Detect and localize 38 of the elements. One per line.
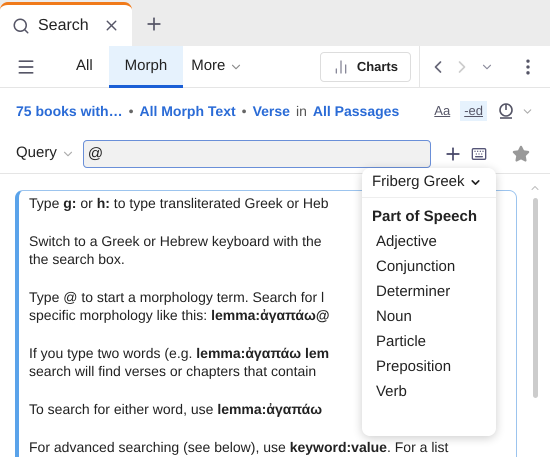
menu-item[interactable]: Determiner bbox=[362, 278, 496, 304]
range-link[interactable]: All Passages bbox=[312, 100, 400, 122]
help-paragraph: For advanced searching (see below), use keyword:value. For a list bbox=[29, 438, 448, 456]
help-paragraph: Switch to a Greek or Hebrew keyboard with the the search box. bbox=[29, 232, 322, 268]
timer-icon[interactable] bbox=[497, 102, 515, 120]
more-menu[interactable]: More bbox=[183, 55, 252, 78]
search-tab[interactable]: Search bbox=[0, 2, 132, 46]
match-toggle[interactable]: Aa bbox=[430, 101, 454, 121]
text-link[interactable]: All Morph Text bbox=[139, 100, 236, 122]
menu-item[interactable]: Preposition bbox=[362, 354, 496, 378]
favorite-star-icon[interactable] bbox=[512, 144, 530, 162]
menu-item[interactable]: Particle bbox=[362, 328, 496, 354]
menu-item[interactable]: Adjective bbox=[362, 228, 496, 254]
search-type-tab[interactable]: All bbox=[60, 46, 109, 88]
help-paragraph: To search for either word, use lemma:ἀγαπάω bbox=[29, 400, 322, 418]
scrollbar-thumb[interactable] bbox=[532, 198, 538, 398]
connector-text: in bbox=[296, 102, 307, 120]
help-paragraph: If you type two words (e.g. lemma:ἀγαπάω lem search will find verses or chapters that contain bbox=[29, 344, 330, 380]
search-type-tab[interactable]: Morph bbox=[108, 46, 184, 88]
menu-item[interactable]: Conjunction bbox=[362, 254, 496, 278]
separator-dot: • bbox=[128, 102, 134, 120]
source-dropdown[interactable]: Friberg Greek bbox=[362, 168, 496, 198]
menu-item[interactable]: Noun bbox=[362, 304, 496, 328]
search-icon bbox=[12, 16, 30, 34]
charts-button[interactable]: Charts bbox=[320, 52, 411, 82]
help-paragraph: Type g: or h: to type transliterated Greek or Heb bbox=[29, 194, 329, 212]
unit-link[interactable]: Verse bbox=[252, 100, 290, 122]
match-toggle[interactable]: -ed bbox=[460, 101, 487, 121]
keyboard-icon[interactable] bbox=[470, 146, 487, 162]
query-field[interactable]: @ bbox=[82, 140, 431, 168]
books-link[interactable]: 75 books with… bbox=[16, 100, 123, 122]
separator-dot: • bbox=[242, 102, 247, 120]
tab-label: Search bbox=[38, 16, 90, 36]
query-label[interactable]: Query bbox=[16, 142, 57, 165]
menu-item[interactable]: Verb bbox=[362, 378, 496, 404]
section-heading: Part of Speech bbox=[371, 207, 478, 227]
help-paragraph: Type @ to start a morphology term. Search for l specific morphology like this: lemma:ἀγαπάω@ bbox=[29, 288, 330, 324]
bar-chart-icon bbox=[332, 58, 349, 74]
